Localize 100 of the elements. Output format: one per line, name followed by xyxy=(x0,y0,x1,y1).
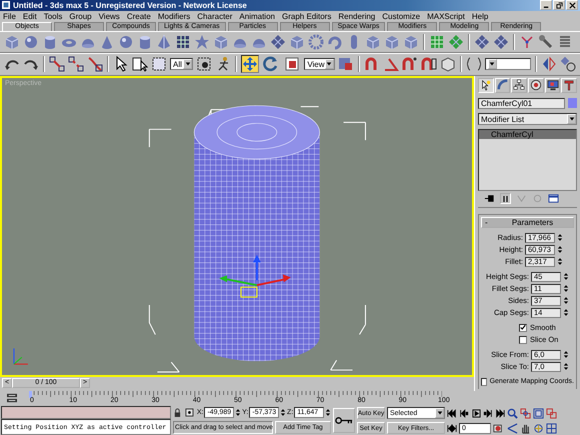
cylinder-icon[interactable] xyxy=(42,34,58,50)
modify-icon[interactable] xyxy=(494,78,510,94)
branch-icon[interactable] xyxy=(519,34,535,50)
menu-item[interactable]: Rendering xyxy=(338,12,376,21)
menu-item[interactable]: Customize xyxy=(382,12,420,21)
spinner-arrows-icon[interactable] xyxy=(563,308,569,318)
minimize-button[interactable] xyxy=(540,0,552,10)
object-name-field[interactable]: ChamferCyl01 xyxy=(478,98,565,110)
pin-icon[interactable] xyxy=(484,193,495,204)
zoom-all-icon[interactable] xyxy=(520,408,531,419)
spinner-arrows-icon[interactable] xyxy=(563,272,569,282)
maximize-viewport-icon[interactable] xyxy=(546,422,557,434)
cylinder-icon[interactable] xyxy=(137,34,153,50)
lock-icon[interactable] xyxy=(173,408,182,417)
pivot-icon[interactable] xyxy=(338,56,354,72)
unlink-icon[interactable] xyxy=(68,56,84,72)
spinner-arrows-icon[interactable] xyxy=(557,257,563,266)
menu-item[interactable]: MAXScript xyxy=(427,12,465,21)
pan-hand-icon[interactable] xyxy=(520,422,531,434)
menu-item[interactable]: Modifiers xyxy=(158,12,190,21)
object-color-swatch[interactable] xyxy=(568,98,577,108)
checkbox[interactable] xyxy=(519,324,527,332)
close-icon[interactable] xyxy=(568,2,576,9)
caret-icon[interactable] xyxy=(568,116,574,122)
menu-item[interactable]: Create xyxy=(126,12,151,21)
mirror-icon[interactable] xyxy=(541,56,557,72)
spinner-arrows-icon[interactable] xyxy=(563,350,569,360)
menu-item[interactable]: Help xyxy=(472,12,488,21)
menu-item[interactable]: Group xyxy=(69,12,92,21)
spinner-arrows-icon[interactable] xyxy=(557,233,563,242)
caret-icon[interactable] xyxy=(326,61,332,68)
checkbox[interactable] xyxy=(481,378,487,386)
stack-item[interactable]: ChamferCyl xyxy=(479,130,576,140)
listener-field[interactable] xyxy=(1,406,171,419)
restore-button[interactable] xyxy=(553,0,565,10)
star-icon[interactable] xyxy=(194,34,210,50)
go-to-end-icon[interactable] xyxy=(495,408,505,418)
arc-rotate-icon[interactable] xyxy=(533,422,544,434)
previous-key-icon[interactable] xyxy=(459,408,469,418)
spinner-arrows-icon[interactable] xyxy=(563,296,569,306)
caret-icon[interactable] xyxy=(436,410,442,416)
menu-item[interactable]: File xyxy=(3,12,16,21)
rectangle-select-icon[interactable] xyxy=(151,56,167,72)
motion-icon[interactable] xyxy=(528,78,544,94)
collapse-toggle[interactable]: - xyxy=(485,218,495,227)
zoom-extents-all-icon[interactable] xyxy=(546,408,557,419)
wrench-icon[interactable] xyxy=(538,34,554,50)
key-icon[interactable] xyxy=(335,416,353,425)
zoom-extents-icon[interactable] xyxy=(533,408,544,419)
spinner-arrows-icon[interactable] xyxy=(557,245,563,254)
selection-filter-dropdown[interactable]: All xyxy=(170,58,194,70)
diamond-icon[interactable] xyxy=(474,34,490,50)
time-configuration-icon[interactable] xyxy=(493,424,503,433)
close-button[interactable] xyxy=(566,0,578,10)
key-mode-icon[interactable] xyxy=(447,424,457,433)
spinner-arrows-icon[interactable] xyxy=(235,408,242,417)
reference-coordinate-dropdown[interactable]: View xyxy=(304,58,335,70)
hierarchy-icon[interactable] xyxy=(511,78,528,94)
diamond-icon[interactable] xyxy=(270,34,286,50)
named-selection-dropdown[interactable] xyxy=(484,58,531,70)
spinner-snap-icon[interactable] xyxy=(420,56,437,72)
link-icon[interactable] xyxy=(49,56,65,72)
menu-item[interactable]: Edit xyxy=(22,12,37,21)
sphere-icon[interactable] xyxy=(118,34,134,50)
align-icon[interactable] xyxy=(560,56,576,72)
hammer-icon[interactable] xyxy=(561,78,578,94)
scale-icon[interactable] xyxy=(283,55,302,74)
rollout-header[interactable]: - Parameters xyxy=(481,216,574,228)
spinner-arrows-icon[interactable] xyxy=(280,408,286,417)
sphere-icon[interactable] xyxy=(23,34,39,50)
checkbox[interactable] xyxy=(519,336,527,344)
move-icon[interactable] xyxy=(241,55,260,74)
field-of-view-icon[interactable] xyxy=(507,422,518,434)
time-marker[interactable] xyxy=(29,390,32,398)
bind-icon[interactable] xyxy=(87,56,103,72)
menu-item[interactable]: Character xyxy=(197,12,232,21)
create-icon[interactable] xyxy=(478,78,494,94)
percent-snap-icon[interactable] xyxy=(402,56,418,72)
restore-icon[interactable] xyxy=(556,2,562,9)
menu-item[interactable]: Animation xyxy=(239,12,275,21)
set-key-button[interactable] xyxy=(333,408,355,433)
modifier-list-dropdown[interactable]: Modifier List xyxy=(478,113,577,126)
absolute-mode-icon[interactable] xyxy=(184,408,194,417)
caret-icon[interactable] xyxy=(489,61,496,68)
display-icon[interactable] xyxy=(544,78,560,94)
edit-selection-icon[interactable] xyxy=(466,56,482,72)
angle-snap-icon[interactable] xyxy=(382,56,399,72)
go-to-start-icon[interactable] xyxy=(447,408,457,418)
grid-icon[interactable] xyxy=(175,34,191,50)
configure-icon[interactable] xyxy=(548,193,559,204)
menu-item[interactable]: Graph Editors xyxy=(282,12,332,21)
zoom-icon[interactable] xyxy=(507,408,518,419)
menu-item[interactable]: Tools xyxy=(44,12,62,21)
diamond-icon[interactable] xyxy=(493,34,509,50)
menu-item[interactable]: Views xyxy=(98,12,120,21)
spinner-arrows-icon[interactable] xyxy=(563,284,569,294)
curve-editor-icon[interactable] xyxy=(6,392,18,403)
caret-icon[interactable] xyxy=(184,61,191,68)
spinner-arrows-icon[interactable] xyxy=(325,408,331,417)
select-by-name-icon[interactable] xyxy=(132,56,148,72)
